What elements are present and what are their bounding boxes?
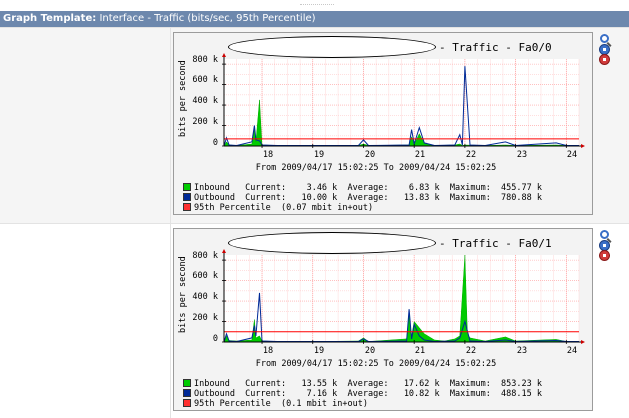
x-tick-label: 24	[566, 150, 578, 160]
x-tick-label: 20	[364, 150, 376, 160]
traffic-graph-fa0-1[interactable]: - Traffic - Fa0/1 bits per second 800 k …	[173, 228, 593, 411]
x-tick-label: 23	[516, 150, 528, 160]
top-strip	[0, 0, 629, 11]
y-tick-label: 0	[212, 334, 218, 344]
x-tick-label: 23	[516, 346, 528, 356]
y-tick-label: 600 k	[192, 75, 218, 85]
x-tick-label: 22	[465, 346, 477, 356]
graph-row-1: - Traffic - Fa0/0 bits per second 800 k …	[0, 27, 629, 224]
y-tick-label: 800 k	[192, 55, 218, 65]
time-range: From 2009/04/17 15:02:25 To 2009/04/24 1…	[255, 359, 497, 369]
y-tick-label: 400 k	[192, 96, 218, 106]
x-tick-label: 18	[262, 346, 274, 356]
y-tick-label: 200 k	[192, 313, 218, 323]
x-tick-label: 19	[313, 150, 325, 160]
traffic-graph-fa0-0[interactable]: - Traffic - Fa0/0 bits per second 800 k …	[173, 32, 593, 215]
legend-percentile-text: 95th Percentile (0.07 mbit in+out)	[194, 203, 374, 213]
legend-percentile: 95th Percentile (0.07 mbit in+out)	[183, 203, 373, 213]
x-tick-label: 19	[313, 346, 325, 356]
graph-row-spacer	[0, 224, 171, 418]
y-tick-label: 200 k	[192, 117, 218, 127]
x-tick-label: 21	[414, 150, 426, 160]
x-tick-label: 22	[465, 150, 477, 160]
y-tick-label: 800 k	[192, 251, 218, 261]
redacted-hostname-oval	[228, 232, 436, 254]
graph-template-value: Interface - Traffic (bits/sec, 95th Perc…	[99, 13, 316, 24]
y-axis-arrow	[222, 53, 226, 57]
legend-inbound: Inbound Current: 13.55 k Average: 17.62 …	[183, 379, 542, 389]
y-tick-label: 600 k	[192, 271, 218, 281]
x-tick-label: 18	[262, 150, 274, 160]
graph-title: - Traffic - Fa0/0	[439, 41, 552, 54]
outbound-swatch	[183, 193, 191, 201]
zoom-icon[interactable]	[600, 230, 609, 239]
percentile-swatch	[183, 203, 191, 211]
x-axis-arrow	[581, 144, 585, 148]
legend-percentile: 95th Percentile (0.1 mbit in+out)	[183, 399, 368, 409]
redacted-hostname-oval	[228, 36, 436, 58]
y-tick-label: 400 k	[192, 292, 218, 302]
dotted-separator	[300, 4, 334, 7]
outbound-swatch	[183, 389, 191, 397]
graph-template-header: Graph Template: Interface - Traffic (bit…	[0, 11, 629, 27]
graph-title: - Traffic - Fa0/1	[439, 237, 552, 250]
graph-row-spacer	[0, 28, 171, 224]
inbound-swatch	[183, 183, 191, 191]
legend-outbound: Outbound Current: 7.16 k Average: 10.82 …	[183, 389, 542, 399]
percentile-swatch	[183, 399, 191, 407]
legend-inbound-text: Inbound Current: 13.55 k Average: 17.62 …	[194, 379, 542, 389]
legend-inbound: Inbound Current: 3.46 k Average: 6.83 k …	[183, 183, 542, 193]
time-range: From 2009/04/17 15:02:25 To 2009/04/24 1…	[255, 163, 497, 173]
legend-inbound-text: Inbound Current: 3.46 k Average: 6.83 k …	[194, 183, 542, 193]
y-axis-arrow	[222, 249, 226, 253]
graph-row-2: - Traffic - Fa0/1 bits per second 800 k …	[0, 223, 629, 418]
x-tick-label: 20	[364, 346, 376, 356]
legend-outbound-text: Outbound Current: 7.16 k Average: 10.82 …	[194, 389, 542, 399]
x-axis-arrow	[581, 340, 585, 344]
zoom-icon[interactable]	[600, 34, 609, 43]
graph-template-label: Graph Template:	[3, 13, 97, 24]
x-tick-label: 21	[414, 346, 426, 356]
x-tick-label: 24	[566, 346, 578, 356]
remove-red-icon[interactable]	[599, 54, 610, 65]
remove-red-icon[interactable]	[599, 250, 610, 261]
legend-percentile-text: 95th Percentile (0.1 mbit in+out)	[194, 399, 368, 409]
inbound-swatch	[183, 379, 191, 387]
y-tick-label: 0	[212, 138, 218, 148]
legend-outbound: Outbound Current: 10.00 k Average: 13.83…	[183, 193, 542, 203]
legend-outbound-text: Outbound Current: 10.00 k Average: 13.83…	[194, 193, 542, 203]
